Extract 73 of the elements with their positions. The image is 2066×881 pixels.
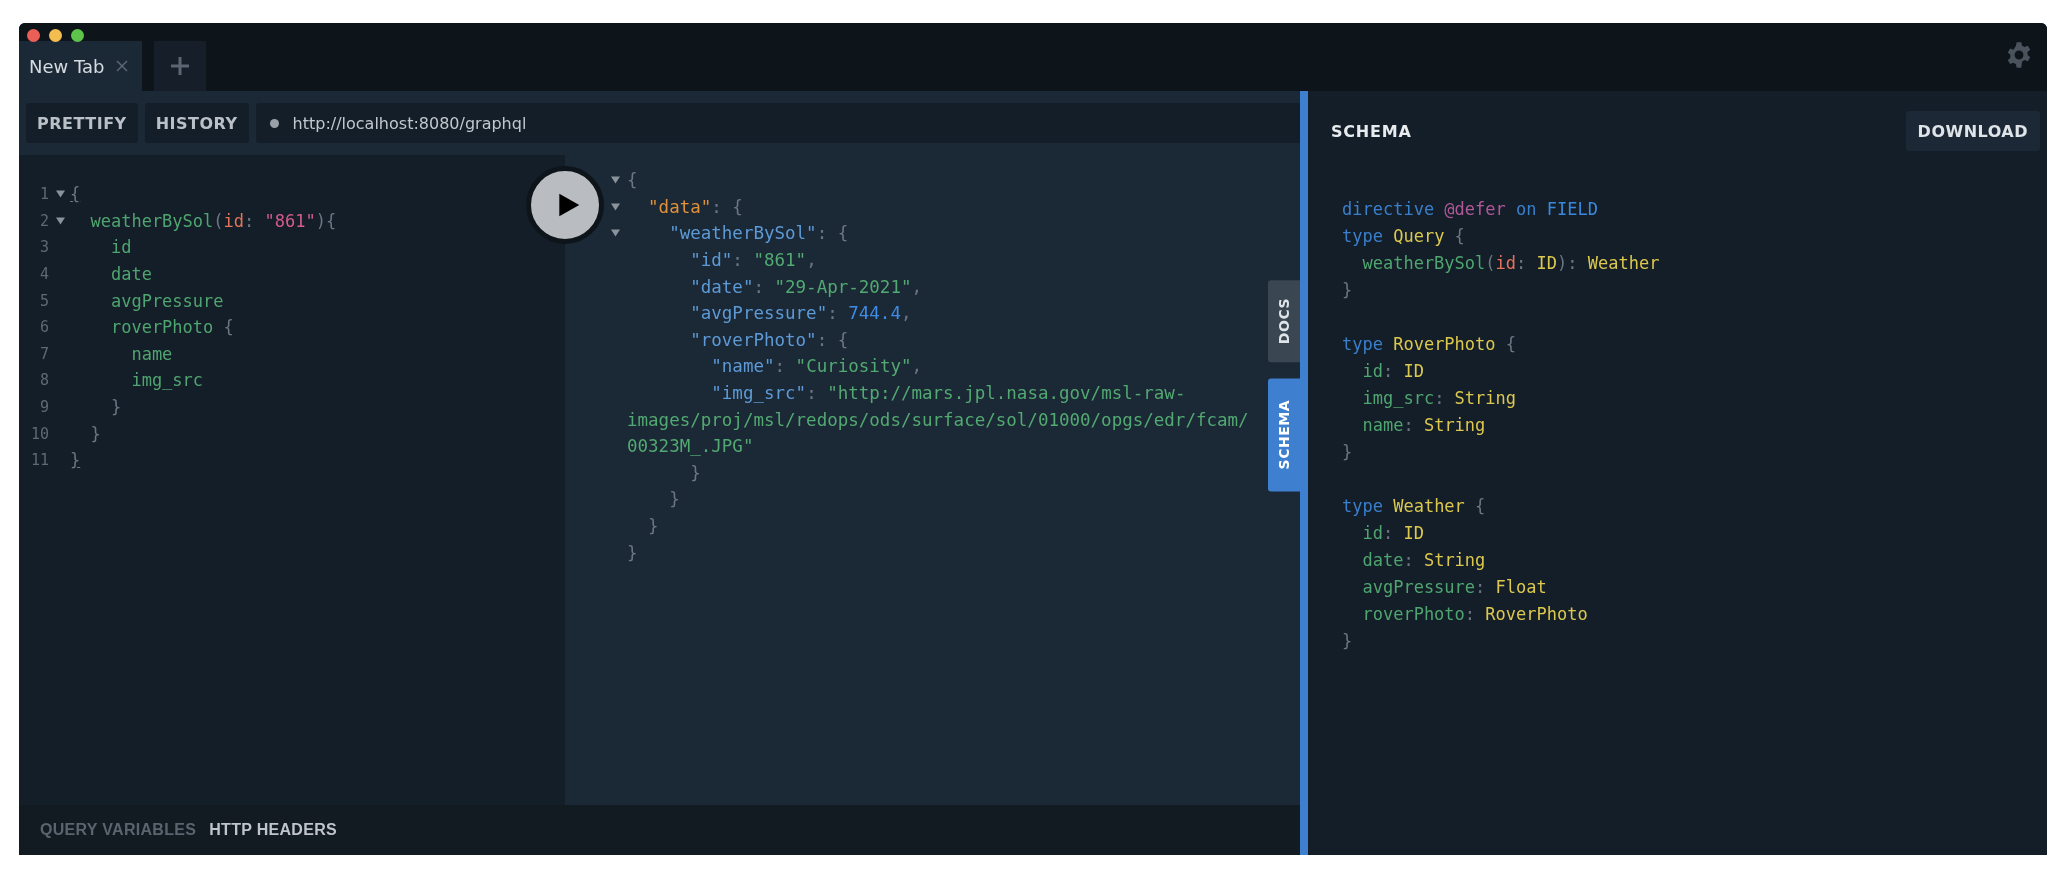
code-line: { [627,170,638,191]
new-tab-button[interactable] [154,41,207,91]
code-line: } [647,516,659,536]
code-line: id: ID [1361,360,1425,383]
tab[interactable]: New Tab [19,41,143,91]
code-line: } [668,489,680,510]
code-line: avgPressure [109,290,224,311]
toolbar-button[interactable]: HISTORY [144,103,249,143]
code-line: "data": { [647,196,743,217]
side-tab[interactable]: DOCS [1268,280,1300,363]
code-line: type RoverPhoto { [1342,333,1518,356]
code-line: type Weather { [1342,495,1487,518]
download-button[interactable]: DOWNLOAD [1905,111,2040,151]
line-number: 10 [29,424,49,443]
code-line: id: ID [1361,522,1425,545]
code-line: } [70,450,81,471]
fold-arrow-icon[interactable] [610,229,620,238]
code-line: } [1342,441,1354,464]
code-line: "id": "861", [689,250,817,271]
fold-arrow-icon[interactable] [610,176,620,185]
code-line: name [130,343,173,364]
code-line: "date": "29-Apr-2021", [689,276,923,297]
line-number: 6 [38,318,49,337]
code-line: name: String [1361,414,1487,437]
url-field[interactable]: http://localhost:8080/graphql [255,103,1300,143]
status-dot-icon [269,118,279,128]
fold-arrow-icon[interactable] [55,190,65,199]
code-line: "name": "Curiosity", [710,356,923,377]
line-number: 3 [38,238,49,257]
panel-title: SCHEMA [1331,121,1412,141]
code-line: avgPressure: Float [1361,576,1548,599]
url-text: http://localhost:8080/graphql [292,113,527,133]
code-line: } [1342,630,1354,653]
line-number: 2 [38,211,49,230]
line-number: 7 [38,344,49,363]
fold-arrow-icon[interactable] [55,216,65,225]
code-line: weatherBySol(id: "861"){ [89,210,337,231]
fold-arrow-icon[interactable] [610,202,620,211]
code-line: "weatherBySol": { [668,223,849,244]
code-line: } [689,462,701,483]
line-number: 9 [38,398,49,417]
close-icon[interactable] [116,60,129,72]
bottom-tab[interactable]: HTTP HEADERS [209,821,337,839]
code-line: img_src [130,370,204,391]
plus-icon [170,56,191,76]
code-line: date: String [1361,549,1487,572]
code-line: weatherBySol(id: ID): Weather [1361,252,1661,275]
line-number: 4 [38,265,49,284]
code-line: img_src: String [1361,387,1518,410]
query-editor[interactable]: 1 { 2 weatherBySol(id: "861"){ 3 id 4 date 5 avgPressure 6 roverPhoto { 7 name 8 img_src 9 } 10 } 11 } [19,155,565,805]
code-line: 00323M_.JPG" [627,436,754,457]
line-number: 11 [29,451,49,470]
code-line: directive @defer on FIELD [1342,198,1599,221]
code-line: "roverPhoto": { [689,329,849,350]
code-line: id [109,237,132,258]
toolbar-button[interactable]: PRETTIFY [26,103,138,143]
side-tab[interactable]: SCHEMA [1268,378,1300,492]
code-line: { [70,184,81,205]
code-line: images/proj/msl/redops/ods/surface/sol/01000/opgs/edr/fcam/ [627,409,1249,430]
code-line: } [109,397,122,418]
code-line: } [627,542,638,563]
line-number: 1 [38,185,49,204]
line-number: 5 [38,291,49,310]
line-number: 8 [38,371,49,390]
code-line: roverPhoto: RoverPhoto [1361,603,1589,626]
code-line: roverPhoto { [109,317,234,338]
code-line: "img_src": "http://mars.jpl.nasa.gov/msl-raw- [710,383,1186,404]
code-line: "avgPressure": 744.4, [689,303,912,324]
tab-label: New Tab [29,55,105,77]
code-line: } [1342,279,1354,302]
code-line: } [89,423,101,444]
code-line: type Query { [1342,225,1466,248]
code-line: date [109,264,152,285]
